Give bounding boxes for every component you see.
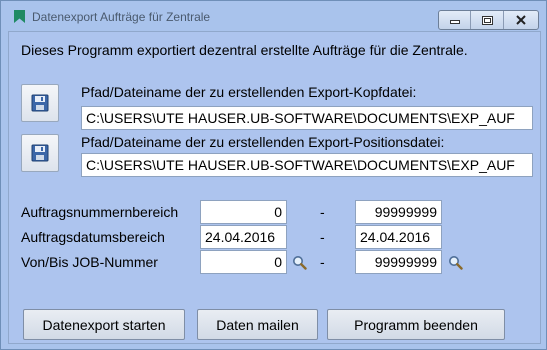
minimize-icon [449, 20, 460, 24]
order-date-to-input[interactable]: 24.04.2016 [355, 225, 442, 249]
range-label: Von/Bis JOB-Nummer [21, 254, 158, 270]
mail-data-button[interactable]: Daten mailen [197, 309, 318, 340]
range-label: Auftragsnummernbereich [21, 204, 179, 220]
floppy-disk-icon [31, 144, 49, 162]
position-file-path-input[interactable]: C:\USERS\UTE HAUSER.UB-SOFTWARE\DOCUMENT… [81, 153, 533, 177]
order-number-from-input[interactable]: 0 [200, 200, 287, 224]
intro-text: Dieses Programm exportiert dezentral ers… [21, 42, 468, 58]
position-file-label: Pfad/Dateiname der zu erstellenden Expor… [81, 134, 445, 150]
client-area: Dieses Programm exportiert dezentral ers… [8, 31, 541, 344]
range-separator: - [320, 204, 325, 220]
head-file-label: Pfad/Dateiname der zu erstellenden Expor… [81, 84, 417, 100]
order-date-from-input[interactable]: 24.04.2016 [200, 225, 287, 249]
order-number-to-input[interactable]: 99999999 [355, 200, 442, 224]
main-window: Datenexport Aufträge für Zentrale Dieses… [0, 0, 547, 350]
head-file-save-button[interactable] [21, 84, 59, 122]
range-separator: - [320, 254, 325, 270]
minimize-button[interactable] [439, 11, 471, 29]
exit-program-button[interactable]: Programm beenden [327, 309, 505, 340]
close-button[interactable] [504, 11, 538, 29]
position-file-save-button[interactable] [21, 134, 59, 172]
window-controls [438, 10, 539, 30]
window-title: Datenexport Aufträge für Zentrale [32, 10, 211, 24]
start-export-button[interactable]: Datenexport starten [23, 309, 185, 340]
maximize-icon [481, 15, 493, 25]
bookmark-icon [14, 10, 25, 23]
floppy-disk-icon [31, 94, 49, 112]
head-file-path-input[interactable]: C:\USERS\UTE HAUSER.UB-SOFTWARE\DOCUMENT… [81, 106, 533, 130]
maximize-button[interactable] [471, 11, 504, 29]
job-number-from-input[interactable]: 0 [200, 250, 287, 274]
job-number-to-input[interactable]: 99999999 [355, 250, 442, 274]
title-bar[interactable]: Datenexport Aufträge für Zentrale [1, 1, 546, 31]
magnifier-icon[interactable] [448, 255, 463, 270]
close-icon [516, 15, 526, 25]
magnifier-icon[interactable] [292, 255, 307, 270]
range-label: Auftragsdatumsbereich [21, 229, 165, 245]
range-separator: - [320, 229, 325, 245]
